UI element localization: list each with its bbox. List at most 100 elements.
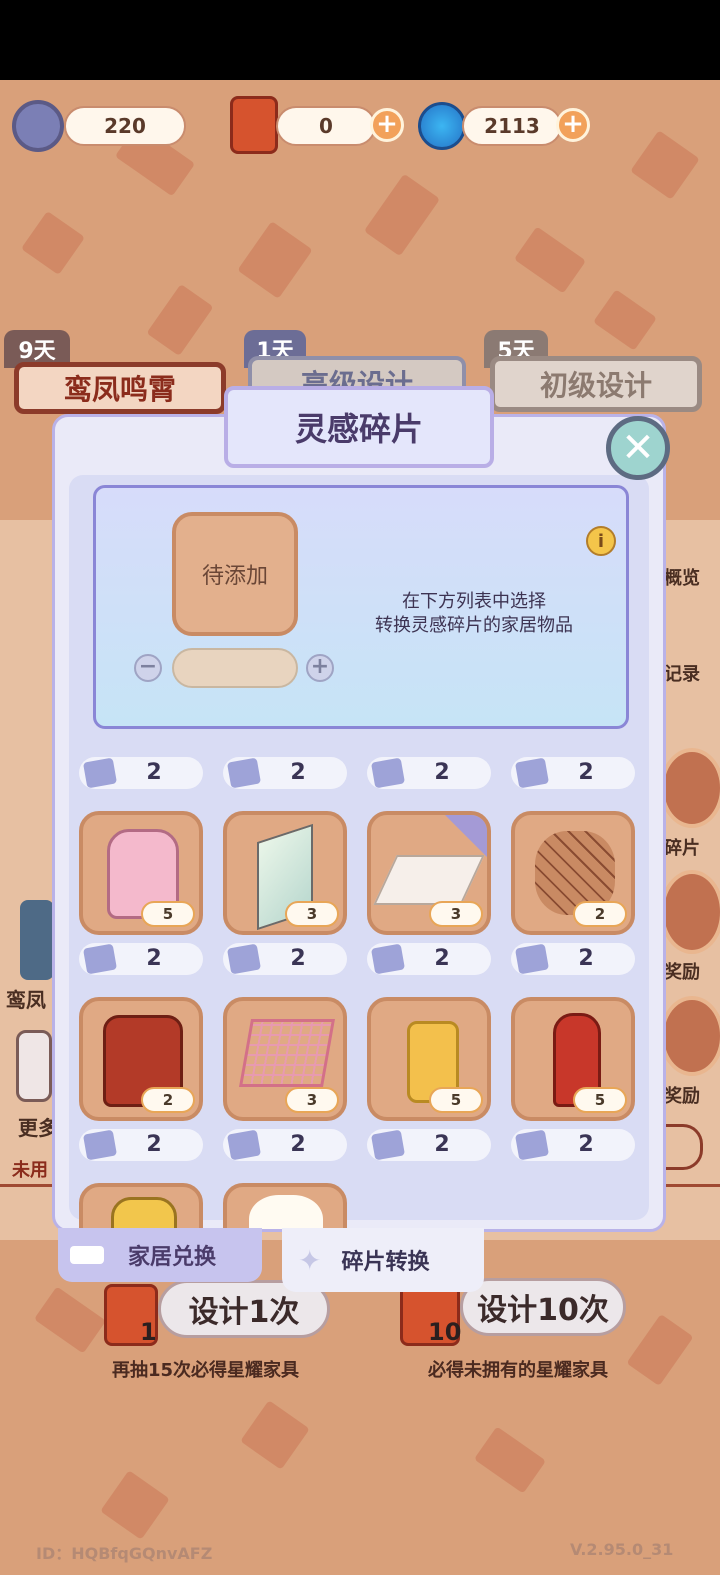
shard-icon: [370, 757, 406, 789]
item-card[interactable]: [79, 1183, 203, 1229]
shard-icon: [514, 943, 550, 975]
side-reward2-icon: [660, 996, 720, 1076]
version-label: V.2.95.0_31: [570, 1540, 674, 1559]
design1-count: 1: [140, 1318, 157, 1346]
gem-count: 2113: [462, 106, 562, 146]
item-card[interactable]: [223, 1183, 347, 1229]
yellow-item-icon: [111, 1197, 177, 1229]
add-gem-button[interactable]: +: [556, 108, 590, 142]
close-button[interactable]: ✕: [606, 416, 670, 480]
side-reward2-label[interactable]: 奖励: [664, 1082, 700, 1108]
left-item-label-1[interactable]: 鸾凤: [6, 984, 46, 1013]
sparkle-icon: ✦: [298, 1243, 322, 1277]
item-card[interactable]: 3: [223, 811, 347, 935]
tab-exchange-label: 家居兑换: [128, 1245, 217, 1270]
item-count-badge: 5: [141, 901, 195, 927]
side-overview-label[interactable]: 概览: [664, 564, 700, 590]
cost-pill: 2: [79, 1129, 203, 1161]
item-card[interactable]: 3: [367, 811, 491, 935]
side-pill: [660, 1124, 703, 1170]
shard-icon: [226, 1129, 262, 1161]
left-item-icon-2: [16, 1030, 52, 1102]
inspiration-shard-modal: 待添加 − + i 在下方列表中选择 转换灵感碎片的家居物品 2 2 2 2 5…: [52, 414, 666, 1232]
design-ten-button[interactable]: 设计10次: [460, 1278, 626, 1336]
item-count-badge: 5: [429, 1087, 483, 1113]
shard-icon: [514, 757, 550, 789]
banner-tab-0[interactable]: 鸾凤鸣霄: [14, 362, 226, 414]
cost-pill: 2: [511, 757, 635, 789]
cost-pill: 2: [223, 1129, 347, 1161]
cost-pill: 2: [511, 943, 635, 975]
cost-pill: 2: [367, 943, 491, 975]
decrease-button[interactable]: −: [134, 654, 162, 682]
side-records-label[interactable]: 记录: [664, 660, 700, 686]
increase-button[interactable]: +: [306, 654, 334, 682]
modal-title-plate: 灵感碎片: [224, 386, 494, 468]
modal-title: 灵感碎片: [294, 410, 423, 448]
shard-icon: [370, 943, 406, 975]
hint-text: 在下方列表中选择 转换灵感碎片的家居物品: [334, 590, 614, 638]
status-bar: [0, 0, 720, 80]
cost-pill: 2: [79, 757, 203, 789]
banner-tab-2[interactable]: 初级设计: [490, 356, 702, 412]
tag-corner-icon: [443, 815, 487, 859]
shard-icon: [226, 943, 262, 975]
ticket-icon: [230, 96, 278, 154]
cost-pill: 2: [223, 757, 347, 789]
tab-shard-convert[interactable]: ✦ 碎片转换: [282, 1228, 484, 1292]
tab-furniture-exchange[interactable]: 家居兑换: [58, 1228, 262, 1282]
cost-pill: 2: [223, 943, 347, 975]
side-shards-label[interactable]: 碎片: [664, 834, 700, 860]
item-card[interactable]: 5: [367, 997, 491, 1121]
white-steps-icon: [373, 855, 485, 905]
design10-count: 10: [428, 1318, 462, 1346]
item-count-badge: 3: [429, 901, 483, 927]
tab-convert-label: 碎片转换: [341, 1250, 430, 1275]
left-divider: [0, 1184, 52, 1187]
hint-line-1: 在下方列表中选择: [402, 591, 546, 612]
item-count-badge: 5: [573, 1087, 627, 1113]
right-divider: [666, 1184, 720, 1187]
item-count-badge: 3: [285, 1087, 339, 1113]
egg-item-icon: [249, 1195, 323, 1229]
item-count-badge: 2: [141, 1087, 195, 1113]
left-item-label-3: 未用: [12, 1160, 48, 1181]
item-card[interactable]: 2: [79, 997, 203, 1121]
quantity-field[interactable]: [172, 648, 298, 688]
item-count-badge: 3: [285, 901, 339, 927]
design10-note: 必得未拥有的星耀家具: [428, 1360, 608, 1381]
gem-icon: [418, 102, 466, 150]
player-id: ID：HQBfqGQnvAFZ: [36, 1544, 213, 1563]
shard-currency-icon: [12, 100, 64, 152]
shard-icon: [514, 1129, 550, 1161]
item-card[interactable]: 5: [511, 997, 635, 1121]
info-icon[interactable]: i: [586, 526, 616, 556]
shard-icon: [370, 1129, 406, 1161]
shard-icon: [82, 943, 118, 975]
item-card[interactable]: 5: [79, 811, 203, 935]
cost-pill: 2: [79, 943, 203, 975]
add-ticket-button[interactable]: +: [370, 108, 404, 142]
left-item-icon-1: [20, 900, 54, 980]
conversion-panel: 待添加 − + i 在下方列表中选择 转换灵感碎片的家居物品: [93, 485, 629, 729]
shopping-cart-icon: [239, 1019, 335, 1087]
design1-note: 再抽15次必得星耀家具: [112, 1360, 300, 1381]
side-reward1-label[interactable]: 奖励: [664, 958, 700, 984]
shard-icon: [82, 757, 118, 789]
shard-icon: [226, 757, 262, 789]
sofa-icon: [70, 1246, 104, 1264]
ticket-count: 0: [276, 106, 376, 146]
cost-pill: 2: [367, 757, 491, 789]
shard-icon: [82, 1129, 118, 1161]
shard-count: 220: [64, 106, 186, 146]
side-reward1-icon: [660, 870, 720, 954]
pending-slot[interactable]: 待添加: [172, 512, 298, 636]
hint-line-2: 转换灵感碎片的家居物品: [375, 615, 573, 636]
item-count-badge: 2: [573, 901, 627, 927]
pending-slot-label: 待添加: [201, 564, 268, 589]
side-shards-icon: [660, 748, 720, 828]
item-card[interactable]: 2: [511, 811, 635, 935]
item-card[interactable]: 3: [223, 997, 347, 1121]
cost-pill: 2: [367, 1129, 491, 1161]
cost-pill: 2: [511, 1129, 635, 1161]
